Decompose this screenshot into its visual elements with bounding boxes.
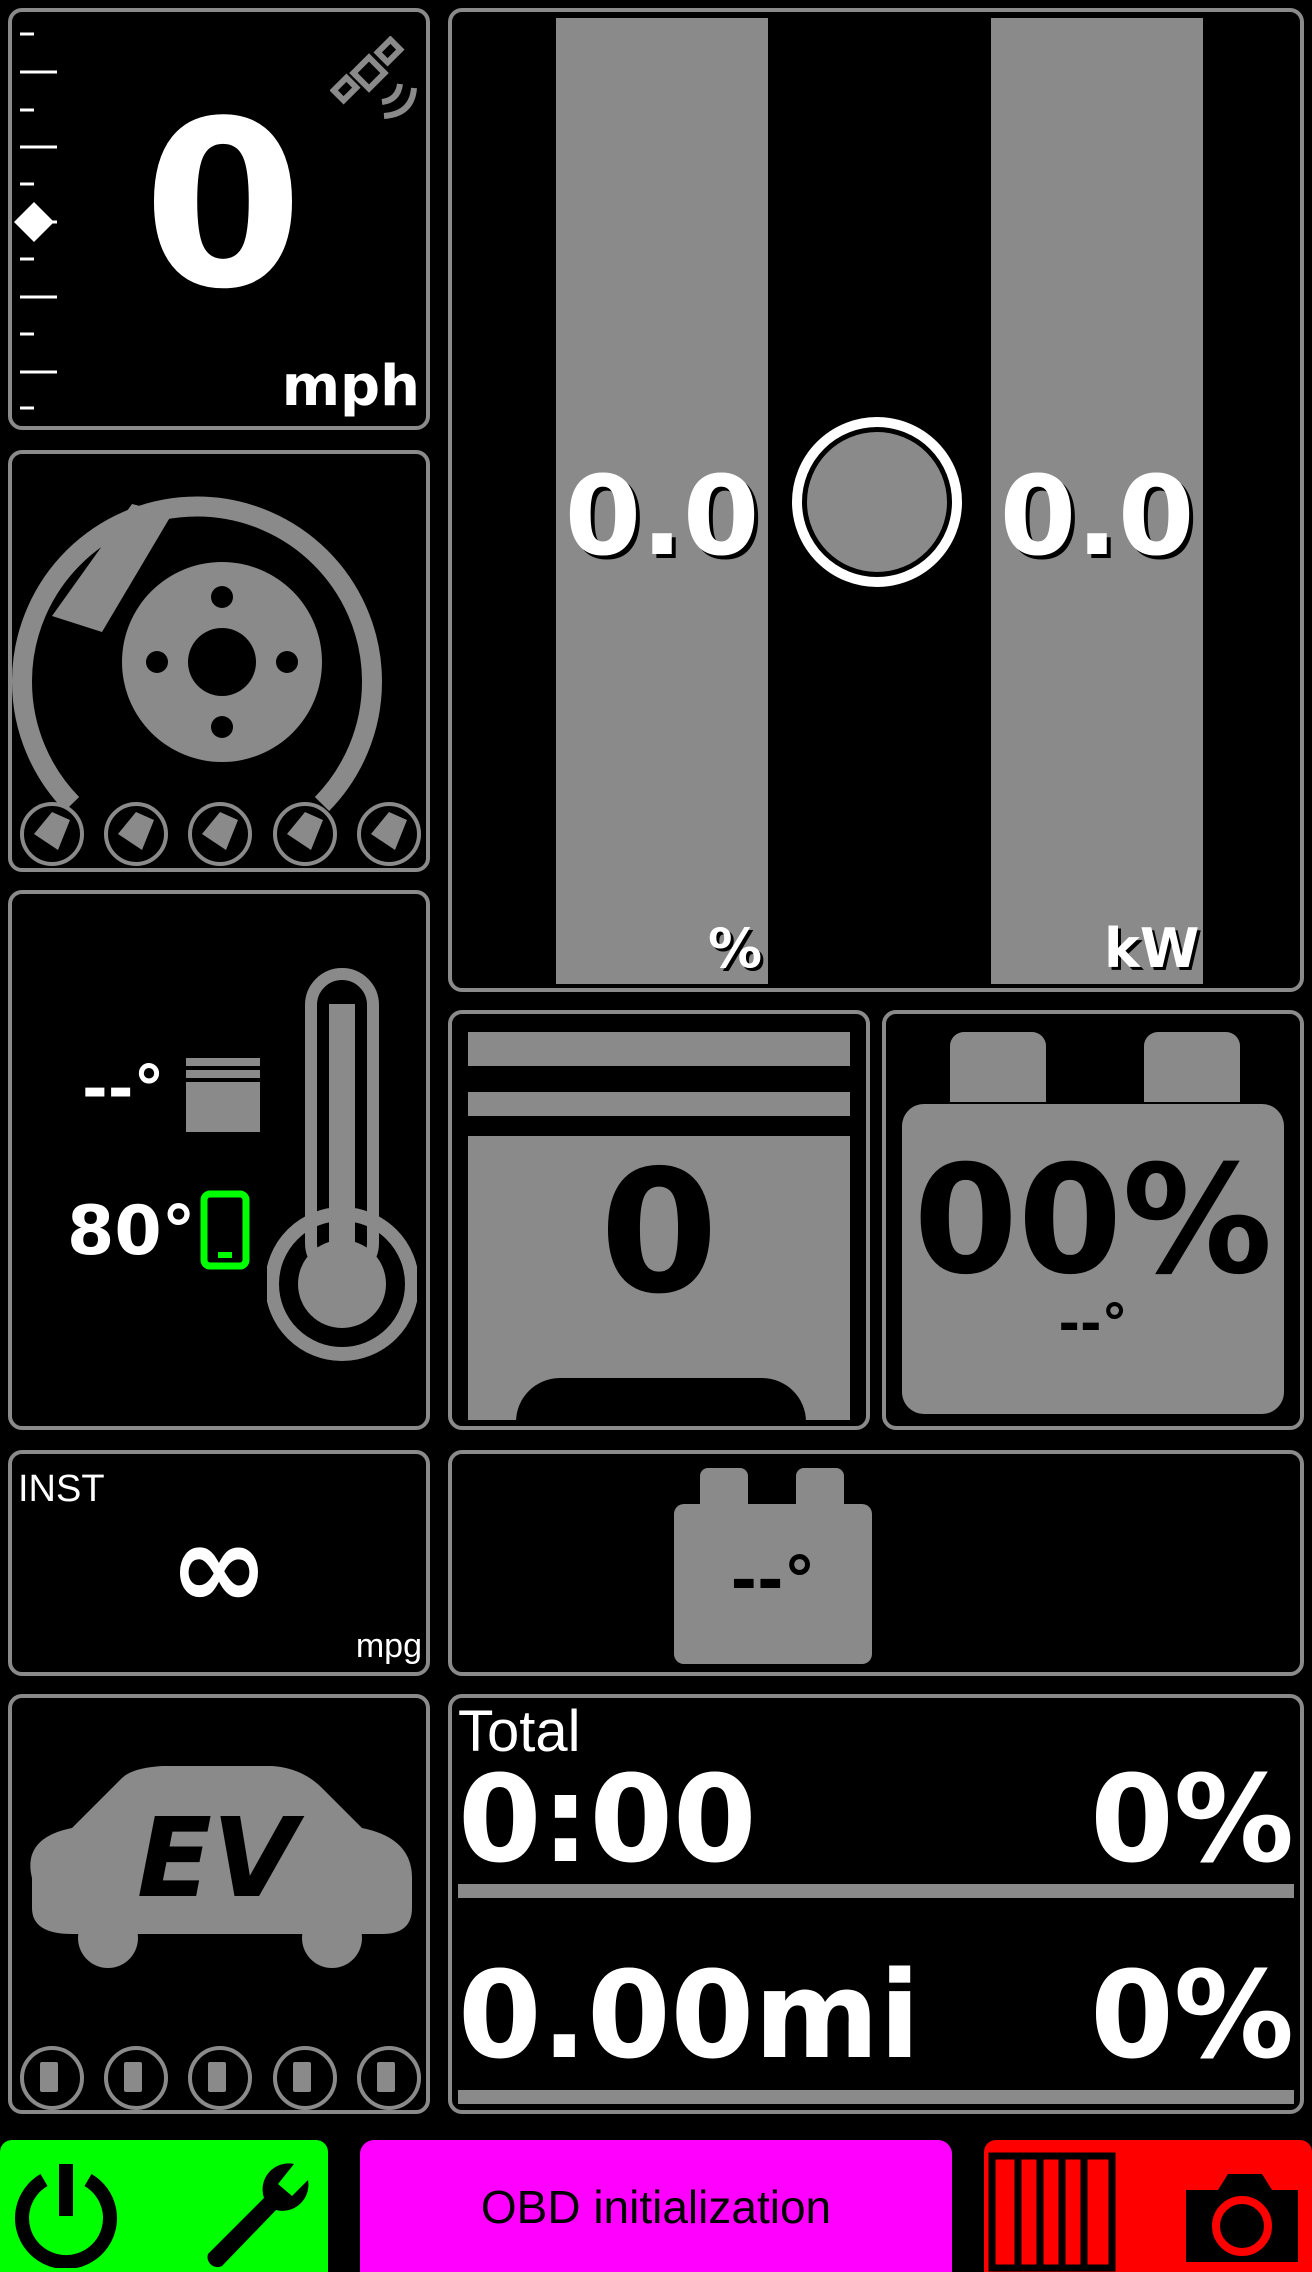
engine-temp: --° bbox=[82, 1052, 165, 1125]
trip-panel: Total 0:00 0% 0.00mi 0% bbox=[448, 1694, 1304, 2114]
svg-text:EV: EV bbox=[137, 1794, 305, 1922]
battery-temp: --° bbox=[1058, 1294, 1128, 1354]
power-panel: 0.0 0.0 % kW bbox=[448, 8, 1304, 992]
camera-icon bbox=[1186, 2174, 1298, 2262]
battery-panel: 00% --° bbox=[882, 1010, 1304, 1430]
trip-distance-percent: 0% bbox=[1090, 1947, 1294, 2086]
right-power-value: 0.0 bbox=[999, 452, 1195, 580]
right-power-unit: kW bbox=[1104, 917, 1200, 980]
brake-level-indicators bbox=[20, 802, 421, 866]
aux-terminal-right bbox=[796, 1468, 844, 1508]
economy-unit: mpg bbox=[355, 1627, 422, 1665]
battery-terminal-right bbox=[1144, 1032, 1240, 1102]
status-message: OBD initialization bbox=[480, 2181, 832, 2233]
phone-icon bbox=[200, 1190, 250, 1270]
aux-battery-value: --° bbox=[730, 1544, 816, 1618]
trip-time-percent: 0% bbox=[1090, 1751, 1294, 1890]
trip-distance: 0.00mi bbox=[458, 1947, 921, 2086]
economy-label: INST bbox=[18, 1468, 105, 1510]
gear-mid-bar bbox=[468, 1092, 850, 1116]
gear-top-bar bbox=[468, 1032, 850, 1066]
fuel-level-indicators bbox=[20, 2046, 421, 2110]
aux-terminal-left bbox=[700, 1468, 748, 1508]
battery-percent: 00% bbox=[913, 1134, 1273, 1308]
ev-car-icon: EV bbox=[30, 1766, 412, 1968]
gear-base-notch bbox=[516, 1378, 806, 1422]
economy-value: ∞ bbox=[169, 1498, 269, 1637]
gear-panel: 0 bbox=[448, 1010, 870, 1430]
power-icon bbox=[15, 2164, 117, 2268]
ev-panel: EV bbox=[8, 1694, 430, 2114]
power-center-circle-icon bbox=[792, 417, 962, 587]
engine-block-icon bbox=[186, 1058, 260, 1132]
economy-panel: INST ∞ mpg bbox=[8, 1450, 430, 1676]
power-settings-button[interactable] bbox=[0, 2140, 328, 2272]
temperature-panel: --° 80° bbox=[8, 890, 430, 1430]
wrench-icon bbox=[207, 2163, 309, 2268]
left-power-unit: % bbox=[708, 917, 763, 980]
trip-distance-progress bbox=[458, 2090, 1294, 2104]
status-message-bar[interactable]: OBD initialization bbox=[360, 2140, 952, 2272]
phone-temp: 80° bbox=[67, 1192, 196, 1271]
record-camera-button[interactable] bbox=[984, 2140, 1312, 2272]
gear-value: 0 bbox=[599, 1134, 719, 1332]
speed-value: 0 bbox=[142, 73, 304, 340]
barcode-icon bbox=[988, 2152, 1116, 2272]
battery-terminal-left bbox=[950, 1032, 1046, 1102]
trip-time: 0:00 bbox=[458, 1751, 757, 1890]
thermometer-icon bbox=[267, 968, 417, 1361]
speed-unit: mph bbox=[281, 354, 420, 419]
brake-panel bbox=[8, 450, 430, 872]
speed-panel: 0 mph bbox=[8, 8, 430, 430]
aux-battery-panel: --° bbox=[448, 1450, 1304, 1676]
left-power-value: 0.0 bbox=[564, 452, 760, 580]
trip-time-progress bbox=[458, 1884, 1294, 1898]
